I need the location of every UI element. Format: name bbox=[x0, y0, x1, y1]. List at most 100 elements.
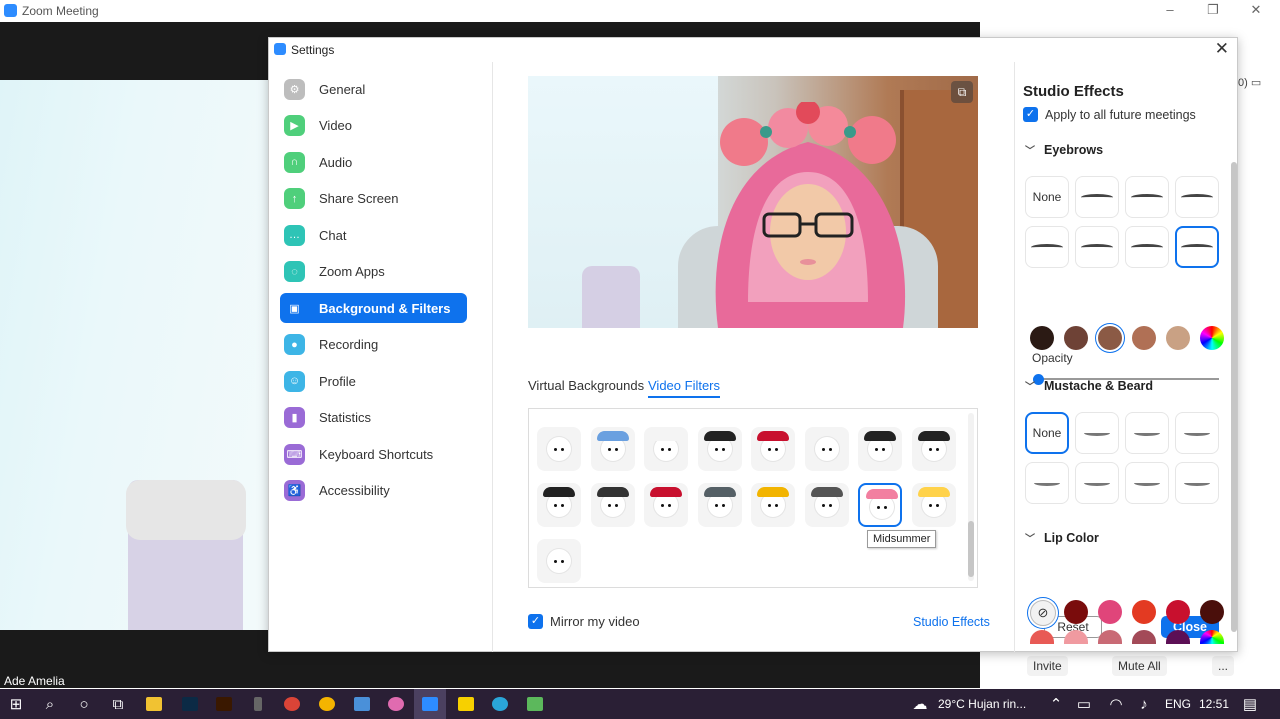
search-icon[interactable]: ⌕ bbox=[34, 689, 66, 719]
eyebrows-none-option[interactable]: None bbox=[1025, 176, 1069, 218]
filter-item[interactable] bbox=[644, 483, 688, 527]
eyebrow-option[interactable] bbox=[1175, 226, 1219, 268]
filter-item[interactable] bbox=[804, 427, 849, 471]
eyebrows-section-header[interactable]: ﹀ Eyebrows bbox=[1025, 142, 1103, 158]
illustrator-icon[interactable] bbox=[208, 689, 240, 719]
lip-color-swatch[interactable] bbox=[1098, 600, 1122, 624]
sidebar-item-profile[interactable]: ☺ Profile bbox=[280, 366, 467, 396]
mustache-option[interactable] bbox=[1075, 412, 1119, 454]
sidebar-item-accessibility[interactable]: ♿ Accessibility bbox=[280, 476, 467, 506]
filter-item[interactable] bbox=[911, 483, 956, 527]
filter-item[interactable] bbox=[537, 483, 581, 527]
filter-item[interactable] bbox=[644, 427, 688, 471]
sidebar-item-share-screen[interactable]: ↑ Share Screen bbox=[280, 184, 467, 214]
eyebrow-color-swatch[interactable] bbox=[1166, 326, 1190, 350]
chrome-profile-icon[interactable] bbox=[311, 689, 343, 719]
lip-color-swatch[interactable] bbox=[1132, 600, 1156, 624]
no-lip-color-icon[interactable]: ⊘ bbox=[1030, 600, 1056, 626]
sidebar-item-general[interactable]: ⚙ General bbox=[280, 74, 467, 104]
filter-item[interactable] bbox=[751, 427, 795, 471]
lip-color-swatch[interactable] bbox=[1200, 630, 1224, 644]
mustache-option[interactable] bbox=[1175, 412, 1219, 454]
weather-text[interactable]: 29°C Hujan rin... bbox=[938, 697, 1026, 711]
eyebrow-color-swatch[interactable] bbox=[1030, 326, 1054, 350]
filter-item[interactable] bbox=[537, 539, 581, 583]
lip-color-swatch[interactable] bbox=[1064, 600, 1088, 624]
start-windows-icon[interactable]: ⊞ bbox=[0, 689, 32, 719]
tab-virtual-backgrounds[interactable]: Virtual Backgrounds bbox=[528, 378, 644, 393]
mustache-none-option[interactable]: None bbox=[1025, 412, 1069, 454]
cortana-icon[interactable]: ○ bbox=[68, 689, 100, 719]
invite-button[interactable]: Invite bbox=[1027, 656, 1068, 676]
eyebrow-color-swatch[interactable] bbox=[1132, 326, 1156, 350]
tab-video-filters[interactable]: Video Filters bbox=[648, 378, 721, 398]
close-icon[interactable]: ✕ bbox=[1247, 2, 1265, 18]
filter-item[interactable] bbox=[804, 483, 849, 527]
sidebar-item-audio[interactable]: ∩ Audio bbox=[280, 147, 467, 177]
eyebrow-option[interactable] bbox=[1125, 176, 1169, 218]
filter-item[interactable] bbox=[697, 483, 742, 527]
photoshop-icon[interactable] bbox=[174, 689, 206, 719]
sidebar-item-video[interactable]: ▶ Video bbox=[280, 111, 467, 141]
mustache-option[interactable] bbox=[1125, 412, 1169, 454]
file-explorer-icon[interactable] bbox=[138, 689, 170, 719]
apply-future-meetings-checkbox[interactable]: ✓ Apply to all future meetings bbox=[1023, 107, 1196, 122]
eyebrow-color-swatch[interactable] bbox=[1064, 326, 1088, 350]
minimize-icon[interactable]: – bbox=[1161, 2, 1179, 17]
mustache-option[interactable] bbox=[1125, 462, 1169, 504]
copy-icon[interactable]: ⧉ bbox=[951, 81, 973, 103]
mustache-option[interactable] bbox=[1175, 462, 1219, 504]
lip-color-swatch[interactable] bbox=[1098, 630, 1122, 644]
lip-color-swatch[interactable] bbox=[1200, 600, 1224, 624]
notifications-icon[interactable]: ▤ bbox=[1234, 689, 1266, 719]
keyboard-app-icon[interactable] bbox=[346, 689, 378, 719]
mute-all-button[interactable]: Mute All bbox=[1112, 656, 1167, 676]
eyebrow-color-swatch[interactable] bbox=[1098, 326, 1122, 350]
studio-effects-link[interactable]: Studio Effects bbox=[913, 615, 990, 629]
lip-color-section-header[interactable]: ﹀ Lip Color bbox=[1025, 530, 1099, 546]
eyebrow-option[interactable] bbox=[1075, 226, 1119, 268]
android-app-icon[interactable] bbox=[519, 689, 551, 719]
lip-color-swatch[interactable] bbox=[1166, 600, 1190, 624]
filter-item[interactable] bbox=[858, 427, 902, 471]
eyebrow-option[interactable] bbox=[1025, 226, 1069, 268]
mustache-option[interactable] bbox=[1075, 462, 1119, 504]
filters-scrollbar-thumb[interactable] bbox=[968, 521, 974, 577]
language-indicator[interactable]: ENG bbox=[1165, 697, 1191, 711]
filter-item[interactable] bbox=[911, 427, 956, 471]
filter-item[interactable] bbox=[537, 427, 581, 471]
sidebar-item-statistics[interactable]: ▮ Statistics bbox=[280, 403, 467, 433]
task-view-icon[interactable]: ⧉ bbox=[102, 689, 134, 719]
eyebrow-color-swatch[interactable] bbox=[1200, 326, 1224, 350]
edge-icon[interactable] bbox=[484, 689, 516, 719]
eyebrow-option[interactable] bbox=[1175, 176, 1219, 218]
mustache-beard-section-header[interactable]: ﹀ Mustache & Beard bbox=[1025, 378, 1153, 394]
sticky-notes-icon[interactable] bbox=[450, 689, 482, 719]
zoom-taskbar-icon[interactable] bbox=[414, 689, 446, 719]
app-icon[interactable] bbox=[242, 689, 274, 719]
filter-midsummer[interactable] bbox=[858, 483, 902, 527]
lip-color-swatch[interactable] bbox=[1132, 630, 1156, 644]
close-icon[interactable]: ✕ bbox=[1215, 39, 1229, 59]
volume-icon[interactable]: ♪ bbox=[1128, 689, 1160, 719]
more-button[interactable]: ... bbox=[1212, 656, 1235, 676]
clock-time[interactable]: 12:51 bbox=[1199, 697, 1229, 711]
mirror-video-checkbox[interactable]: ✓ Mirror my video bbox=[528, 614, 640, 629]
sidebar-item-background-filters[interactable]: ▣ Background & Filters bbox=[280, 293, 467, 323]
restore-icon[interactable]: ❐ bbox=[1204, 2, 1222, 18]
sidebar-item-chat[interactable]: … Chat bbox=[280, 220, 467, 250]
filter-item[interactable] bbox=[590, 427, 635, 471]
eyebrow-option[interactable] bbox=[1125, 226, 1169, 268]
eyebrow-option[interactable] bbox=[1075, 176, 1119, 218]
sidebar-item-recording[interactable]: ● Recording bbox=[280, 330, 467, 360]
chrome-icon[interactable] bbox=[276, 689, 308, 719]
paint-icon[interactable] bbox=[380, 689, 412, 719]
sidebar-item-keyboard-shortcuts[interactable]: ⌨ Keyboard Shortcuts bbox=[280, 439, 467, 469]
studio-scrollbar[interactable] bbox=[1231, 162, 1237, 632]
filter-item[interactable] bbox=[697, 427, 742, 471]
sidebar-item-zoom-apps[interactable]: ◌ Zoom Apps bbox=[280, 257, 467, 287]
filter-item[interactable] bbox=[751, 483, 795, 527]
filter-item[interactable] bbox=[590, 483, 635, 527]
mustache-option[interactable] bbox=[1025, 462, 1069, 504]
battery-icon[interactable]: ▭ bbox=[1068, 689, 1100, 719]
